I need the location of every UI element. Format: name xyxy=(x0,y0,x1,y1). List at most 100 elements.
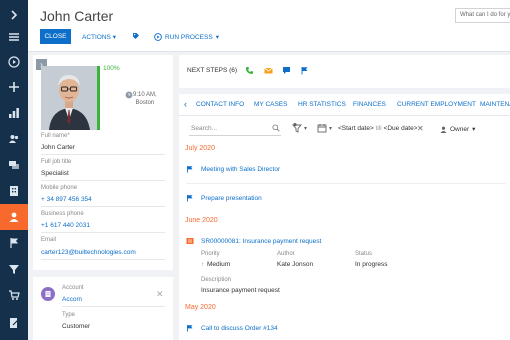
local-time: 9:10 AM, Boston xyxy=(133,91,157,107)
profile-completeness-bar xyxy=(97,66,100,130)
tab-bar: ‹ CONTACT INFO MY CASES HR STATISTICS FI… xyxy=(179,94,510,116)
contacts-person-icon[interactable] xyxy=(0,204,28,230)
chevron-down-icon[interactable]: ▾ xyxy=(304,125,307,132)
priority-field: ↑ Medium xyxy=(201,261,230,268)
field-divider xyxy=(41,259,165,260)
chevron-down-icon: ▾ xyxy=(472,126,476,133)
profile-completeness-label: 100% xyxy=(103,65,120,72)
status-value: In progress xyxy=(355,261,388,268)
timeline-item-meeting[interactable]: Meeting with Sales Director xyxy=(186,165,280,173)
email-icon[interactable] xyxy=(264,66,273,75)
accounts-building-icon[interactable] xyxy=(0,178,28,204)
flag-icon[interactable] xyxy=(0,230,28,256)
tag-icon[interactable] xyxy=(132,32,140,40)
timeline-divider xyxy=(186,183,506,184)
page-title: John Carter xyxy=(40,8,114,24)
tab-my-cases[interactable]: MY CASES xyxy=(254,101,287,108)
contacts-icon[interactable] xyxy=(0,126,28,152)
activity-title[interactable]: Call to discuss Order #134 xyxy=(201,325,278,332)
filter-bar: Search... ▾ ▾ <Start date> till <Due dat… xyxy=(179,116,510,140)
job-title-value[interactable]: Specialist xyxy=(41,170,69,177)
chevron-down-icon: ▾ xyxy=(215,34,219,41)
filter-icon[interactable] xyxy=(292,123,302,133)
email-label: Email xyxy=(41,237,57,243)
next-steps-label[interactable]: NEXT STEPS (6) xyxy=(187,67,237,74)
tab-current-employment[interactable]: CURRENT EMPLOYMENT xyxy=(397,101,476,108)
phone-icon[interactable] xyxy=(245,66,254,75)
add-plus-icon[interactable] xyxy=(0,74,28,100)
profile-panel: › 100% 9:10 AM, Boston Full name* John Ca… xyxy=(33,55,173,270)
menu-hamburger-icon[interactable] xyxy=(0,24,28,50)
full-name-label: Full name* xyxy=(41,133,70,139)
timeline-search-input[interactable]: Search... xyxy=(191,125,217,132)
chevron-down-icon: ▾ xyxy=(112,34,116,41)
business-phone-value[interactable]: +1 617 440 2031 xyxy=(41,222,90,229)
case-icon xyxy=(186,238,194,244)
month-header: May 2020 xyxy=(185,304,216,311)
main-panel: NEXT STEPS (6) ‹ CONTACT INFO MY CASES H… xyxy=(179,55,510,340)
run-process-button[interactable]: RUN PROCESS ▾ xyxy=(154,33,219,41)
timeline-item-call[interactable]: Call to discuss Order #134 xyxy=(186,324,278,332)
search-icon[interactable] xyxy=(272,124,280,132)
tab-hr-statistics[interactable]: HR STATISTICS xyxy=(298,101,346,108)
account-value[interactable]: Accom xyxy=(62,296,82,303)
chevron-down-icon[interactable]: ▾ xyxy=(329,125,332,132)
status-label: Status xyxy=(355,251,373,257)
tab-contact-info[interactable]: CONTACT INFO xyxy=(196,101,244,108)
email-value[interactable]: carter123@builtechnologies.com xyxy=(41,249,136,256)
business-phone-label: Business phone xyxy=(41,211,84,217)
play-circle-icon xyxy=(154,33,162,41)
chat-icon[interactable] xyxy=(0,152,28,178)
author-value[interactable]: Kate Jonson xyxy=(277,261,313,268)
flag-icon[interactable] xyxy=(300,66,309,75)
funnel-icon[interactable] xyxy=(0,256,28,282)
person-icon xyxy=(440,126,447,133)
timeline-item-case[interactable]: SR00000081: Insurance payment request xyxy=(186,237,321,245)
till-label: till xyxy=(375,125,382,132)
field-divider xyxy=(41,206,165,207)
cart-icon[interactable] xyxy=(0,282,28,308)
clear-dates-icon[interactable]: ✕ xyxy=(417,124,424,133)
global-search-input[interactable]: What can I do for you? xyxy=(455,8,510,23)
dashboards-icon[interactable] xyxy=(0,100,28,126)
search-underline xyxy=(189,135,281,136)
priority-value: Medium xyxy=(207,261,231,268)
mobile-phone-value[interactable]: + 34 897 456 354 xyxy=(41,196,92,203)
mobile-phone-label: Mobile phone xyxy=(41,185,78,191)
author-label: Author xyxy=(277,251,295,257)
contact-photo xyxy=(41,66,98,130)
type-label: Type xyxy=(62,312,76,318)
field-divider xyxy=(41,232,165,233)
location-value: Boston xyxy=(135,100,155,106)
timeline-item-presentation[interactable]: Prepare presentation xyxy=(186,194,262,202)
owner-filter[interactable]: Owner ▾ xyxy=(440,125,475,133)
account-icon xyxy=(41,287,55,301)
calendar-icon[interactable] xyxy=(317,123,327,133)
field-divider xyxy=(41,180,165,181)
actions-label: ACTIONS xyxy=(82,34,111,41)
description-value: Insurance payment request xyxy=(201,287,280,294)
date-range[interactable]: <Start date> till <Due date> xyxy=(338,125,418,132)
close-button[interactable]: CLOSE xyxy=(40,29,71,44)
account-card: Account Accom Type Customer ✕ xyxy=(33,277,173,340)
field-divider xyxy=(62,306,165,307)
activity-title[interactable]: Meeting with Sales Director xyxy=(201,166,280,173)
field-divider xyxy=(41,154,165,155)
close-icon[interactable]: ✕ xyxy=(156,289,164,300)
local-time-value: 9:10 AM, xyxy=(133,92,157,98)
description-label: Description xyxy=(201,277,232,283)
tab-maintenance[interactable]: MAINTENANCE xyxy=(480,101,510,108)
type-value[interactable]: Customer xyxy=(62,323,90,330)
tabs-scroll-left-icon[interactable]: ‹ xyxy=(184,99,187,109)
activity-title[interactable]: Prepare presentation xyxy=(201,195,262,202)
document-edit-icon[interactable] xyxy=(0,310,28,336)
start-date[interactable]: <Start date> xyxy=(338,125,374,132)
full-name-value[interactable]: John Carter xyxy=(41,144,75,151)
account-label: Account xyxy=(62,285,84,291)
due-date[interactable]: <Due date> xyxy=(384,125,418,132)
case-title[interactable]: SR00000081: Insurance payment request xyxy=(201,238,321,245)
run-process-icon[interactable] xyxy=(0,49,28,75)
actions-dropdown-button[interactable]: ACTIONS ▾ xyxy=(82,33,116,41)
chat-bubble-icon[interactable] xyxy=(282,66,291,75)
tab-finances[interactable]: FINANCES xyxy=(353,101,386,108)
